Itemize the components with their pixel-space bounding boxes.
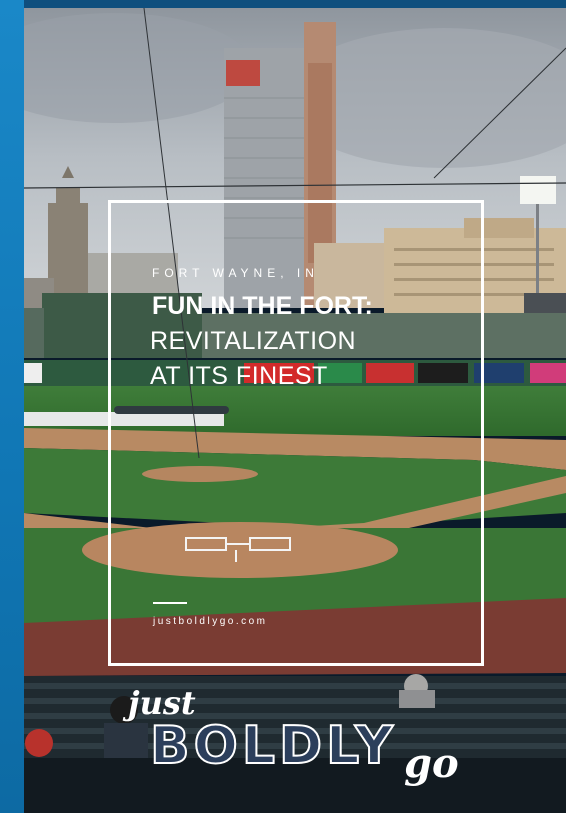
logo-boldly: BOLDLY bbox=[149, 715, 397, 777]
left-accent-stripe bbox=[0, 0, 24, 813]
logo-go: go bbox=[404, 740, 459, 787]
headline-line-1: FUN IN THE FORT: bbox=[152, 292, 373, 320]
top-accent-bar bbox=[24, 0, 566, 8]
headline-line-3: AT ITS FINEST bbox=[150, 362, 328, 390]
headline-line-2: REVITALIZATION bbox=[150, 327, 357, 355]
website-link[interactable]: justboldlygo.com bbox=[153, 616, 267, 627]
location-kicker: FORT WAYNE, IN bbox=[152, 266, 319, 280]
divider-rule bbox=[153, 602, 187, 604]
